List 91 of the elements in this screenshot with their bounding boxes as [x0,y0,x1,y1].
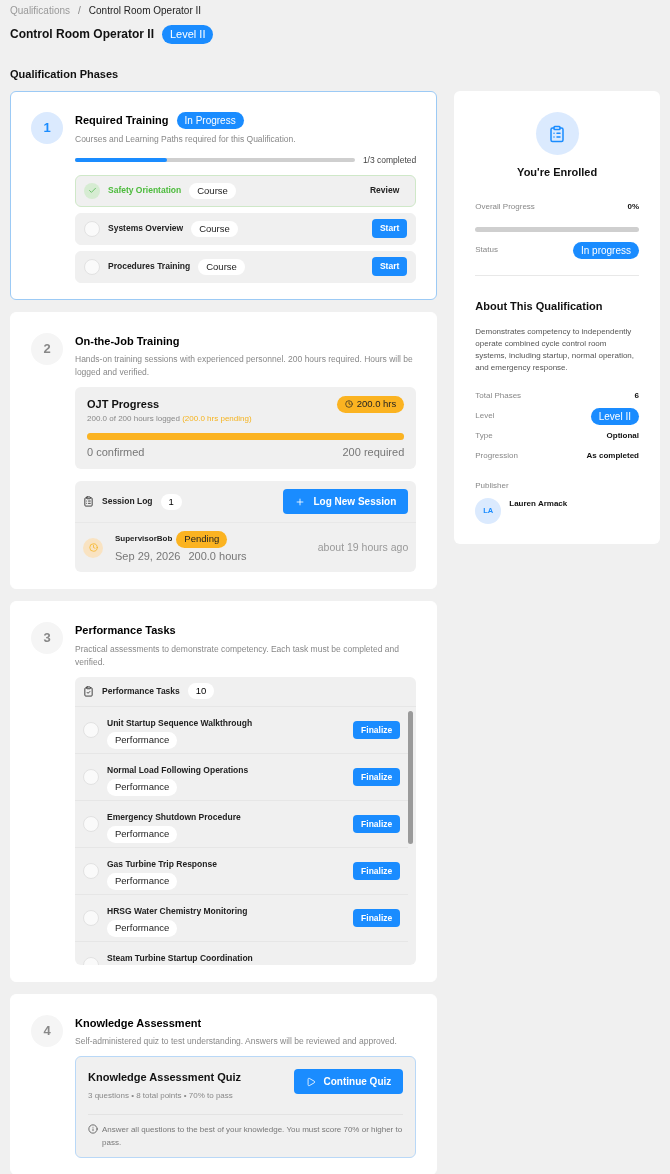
phase-number: 1 [31,112,63,144]
breadcrumb-link[interactable]: Qualifications [10,3,71,18]
plus-icon [295,496,306,507]
quiz-title: Knowledge Assessment Quiz [88,1070,242,1085]
finalize-button[interactable]: Finalize [353,767,401,787]
phase-number: 3 [31,622,63,654]
log-session-button[interactable]: Log New Session [283,489,409,515]
finalize-button[interactable]: Finalize [353,814,401,834]
task-name: Gas Turbine Trip Response [107,857,217,871]
start-button[interactable]: Start [371,219,408,239]
clock-icon [344,400,353,409]
detail-label: Total Phases [475,390,522,402]
count-badge: 1 [160,493,182,510]
phase-description: Courses and Learning Paths required for this Qualification. [75,133,297,146]
phase-description: Self-administered quiz to test understanding. Answers will be reviewed and approved. [75,1035,398,1048]
pending-badge: Pending [176,531,228,548]
task-name: Steam Turbine Startup Coordination [107,951,253,965]
task-name: Normal Load Following Operations [107,763,249,777]
session-log-title: Session Log [102,495,153,509]
play-icon [305,1076,316,1087]
quiz-note: Answer all questions to the best of your knowledge. You must score 70% or higher to pass. [102,1123,404,1149]
phase-title: Required Training [75,113,169,129]
course-name: Systems Overview [108,222,184,236]
detail-label: Type [475,430,493,442]
finalize-button[interactable]: Finalize [353,908,401,928]
phase-number: 4 [31,1014,63,1047]
check-icon [84,182,100,199]
ojt-title: OJT Progress [87,397,161,413]
tasks-list-title: Performance Tasks [102,684,180,698]
level-badge: Level II [590,407,639,425]
scrollbar-thumb[interactable] [408,710,414,844]
detail-label: Progression [475,450,518,462]
course-name: Procedures Training [108,260,191,274]
count-badge: 10 [187,682,215,700]
clock-icon [83,537,103,558]
progress-label: 1/3 completed [362,154,417,167]
breadcrumb-separator: / [78,4,81,18]
detail-value: 6 [634,390,639,402]
continue-quiz-button[interactable]: Continue Quiz [293,1069,404,1094]
progress-label: Overall Progress [475,200,535,213]
phase-number: 2 [31,332,63,365]
status-badge: In Progress [176,112,244,129]
finalize-button[interactable]: Finalize [353,861,401,881]
info-icon [88,1123,98,1134]
course-name: Safety Orientation [108,184,182,198]
phase-description: Practical assessments to demonstrate competency. Each task must be completed and verified. [75,642,400,669]
about-title: About This Qualification [475,298,604,314]
type-tag: Course [189,182,236,199]
required-label: 200 required [342,444,405,460]
task-name: HRSG Water Chemistry Monitoring [107,904,248,918]
page-title: Control Room Operator II [10,26,154,44]
phase-title: On-the-Job Training [75,333,180,349]
type-tag: Course [198,258,245,275]
status-label: Status [475,244,498,256]
type-tag: Performance [107,920,178,937]
publisher-label: Publisher [475,480,510,492]
about-text: Demonstrates competency to independently operate combined cycle control room systems, including startup, normal operation, and emergency response. [475,326,636,374]
phase-title: Performance Tasks [75,623,176,638]
session-hours: 200.0 hours [188,548,247,564]
session-date: Sep 29, 2026 [115,548,181,564]
level-badge: Level II [162,25,214,44]
type-tag: Course [191,220,238,237]
type-tag: Performance [107,779,178,796]
type-tag: Performance [107,826,178,843]
progress-value: 0% [627,200,639,213]
task-name: Emergency Shutdown Procedure [107,810,241,824]
clipboard-icon [535,112,579,155]
task-name: Unit Startup Sequence Walkthrough [107,716,253,730]
session-time: about 19 hours ago [317,539,409,555]
detail-value: As completed [586,450,639,462]
clipboard-icon [83,685,94,697]
publisher-name: Lauren Armack [509,498,568,510]
supervisor-name: SupervisorBob [115,533,173,546]
phase-description: Hands-on training sessions with experienced personnel. 200 hours required. Hours will be logged and verified. [75,353,414,380]
type-tag: Performance [107,732,178,749]
detail-label: Level [475,410,495,422]
enrolled-title: You're Enrolled [517,165,598,180]
hours-logged: 200.0 of 200 hours logged (200.0 hrs pending) [87,412,252,425]
finalize-button[interactable]: Finalize [353,720,401,740]
confirmed-label: 0 confirmed [87,444,145,460]
clipboard-icon [83,496,94,508]
hours-badge: 200.0 hrs [336,396,405,413]
phase-title: Knowledge Assessment [75,1015,202,1031]
start-button[interactable]: Start [371,257,408,277]
review-button[interactable]: Review [362,184,408,198]
type-tag: Performance [107,873,178,890]
status-badge: In progress [572,241,639,259]
quiz-meta: 3 questions • 8 total points • 70% to pass [88,1089,234,1102]
breadcrumb-link[interactable]: Control Room Operator II [88,3,202,18]
section-title: Qualification Phases [10,66,120,82]
detail-value: Optional [606,430,639,442]
